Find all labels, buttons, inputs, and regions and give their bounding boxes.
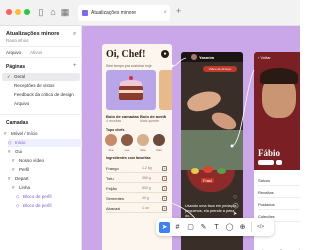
- layer-item[interactable]: # Linha: [12, 184, 92, 192]
- page-item[interactable]: Arquivo: [2, 100, 80, 108]
- maximize-window-button[interactable]: [24, 9, 30, 15]
- page-label: Receptões de vistos: [14, 83, 55, 88]
- layers-header: Camadas: [6, 120, 29, 126]
- component-icon: ◇: [16, 194, 20, 199]
- layer-label: Linha: [19, 185, 31, 190]
- search-icon[interactable]: ⌕: [73, 31, 76, 38]
- sidebar-tabs: Arquivo Ativos: [0, 46, 82, 58]
- file-name[interactable]: Atualizações minore: [6, 31, 60, 37]
- design-canvas[interactable]: Oi, Chef! ● Sem tempo pra cozinhar hoje …: [82, 26, 300, 250]
- frame-icon: #: [12, 185, 15, 190]
- minimize-window-button[interactable]: [15, 9, 21, 15]
- frame-icon: #: [12, 167, 15, 172]
- file-tab-label: Atualizações minore: [91, 10, 137, 16]
- frame-icon: #: [8, 176, 11, 181]
- page-label: Geral: [14, 74, 26, 79]
- tab-assets[interactable]: Ativos: [30, 50, 42, 55]
- text-tool-icon[interactable]: T: [211, 222, 222, 233]
- layer-item[interactable]: # Móvel / Início: [4, 130, 84, 138]
- file-tab[interactable]: Atualizações minore ×: [78, 5, 170, 21]
- close-tab-icon[interactable]: ×: [163, 10, 167, 16]
- frame-icon: #: [8, 149, 11, 154]
- toolbar-divider: [251, 222, 252, 232]
- component-icon: ◇: [16, 203, 20, 208]
- comment-tool-icon[interactable]: ◯: [224, 222, 235, 233]
- page-item[interactable]: Receptões de vistos: [2, 82, 80, 90]
- layer-item[interactable]: # Depart: [8, 175, 88, 183]
- file-icon: [82, 10, 88, 16]
- pen-tool-icon[interactable]: ✎: [198, 222, 209, 233]
- layer-label: Bloco de perfil: [23, 203, 52, 208]
- layer-label: Inicio: [15, 140, 26, 145]
- connector-node[interactable]: [170, 64, 174, 68]
- component-icon: ◇: [8, 140, 12, 145]
- check-icon: ✓: [7, 74, 11, 79]
- layer-label: Gui: [15, 149, 23, 154]
- close-window-button[interactable]: [6, 9, 12, 15]
- tab-file[interactable]: Arquivo: [6, 50, 21, 55]
- frame-icon: #: [12, 158, 15, 163]
- layer-label: Depart: [15, 176, 29, 181]
- sidebar-toggle-icon[interactable]: ▯: [36, 7, 46, 17]
- connector-node[interactable]: [230, 144, 234, 148]
- home-icon[interactable]: ⌂: [48, 7, 58, 17]
- move-tool-icon[interactable]: ➤: [159, 221, 170, 233]
- layer-item[interactable]: # Nosso vídeo: [12, 157, 92, 165]
- connector-line: [171, 57, 187, 67]
- frame-tool-icon[interactable]: #: [172, 222, 183, 233]
- actions-tool-icon[interactable]: ⊕: [237, 222, 248, 233]
- layer-item[interactable]: # Gui: [8, 148, 88, 156]
- dev-mode-toggle[interactable]: </>: [257, 224, 264, 230]
- frame-icon: #: [4, 131, 7, 136]
- divider: [0, 114, 82, 115]
- page-label: Feedback da critica de design: [14, 92, 74, 97]
- pages-header: Páginas: [6, 64, 26, 70]
- layer-label: Perfil: [19, 167, 30, 172]
- layer-item[interactable]: # Perfil: [12, 166, 92, 174]
- layer-label: Bloco de perfil: [23, 194, 52, 199]
- prototype-connections: [161, 57, 255, 233]
- connector-line: [231, 69, 255, 147]
- file-location: Rascunhos: [6, 38, 29, 43]
- window-titlebar: ▯ ⌂ ▦ Atualizações minore × +: [0, 0, 300, 26]
- new-tab-button[interactable]: +: [176, 6, 181, 16]
- layer-label: Nosso vídeo: [19, 158, 45, 163]
- shape-tool-icon[interactable]: ▢: [185, 222, 196, 233]
- layer-item[interactable]: ◇ Inicio: [8, 139, 88, 147]
- page-item[interactable]: Feedback da critica de design: [2, 91, 80, 99]
- layer-label: Móvel / Início: [11, 131, 38, 136]
- add-page-icon[interactable]: +: [73, 63, 77, 69]
- grid-icon[interactable]: ▦: [60, 7, 70, 17]
- page-label: Arquivo: [14, 101, 30, 106]
- bottom-toolbar: ➤ # ▢ ✎ T ◯ ⊕ </>: [156, 218, 274, 236]
- page-item-geral[interactable]: ✓ Geral: [2, 73, 80, 81]
- left-sidebar: Atualizações minore Rascunhos ⌕ Arquivo …: [0, 26, 88, 250]
